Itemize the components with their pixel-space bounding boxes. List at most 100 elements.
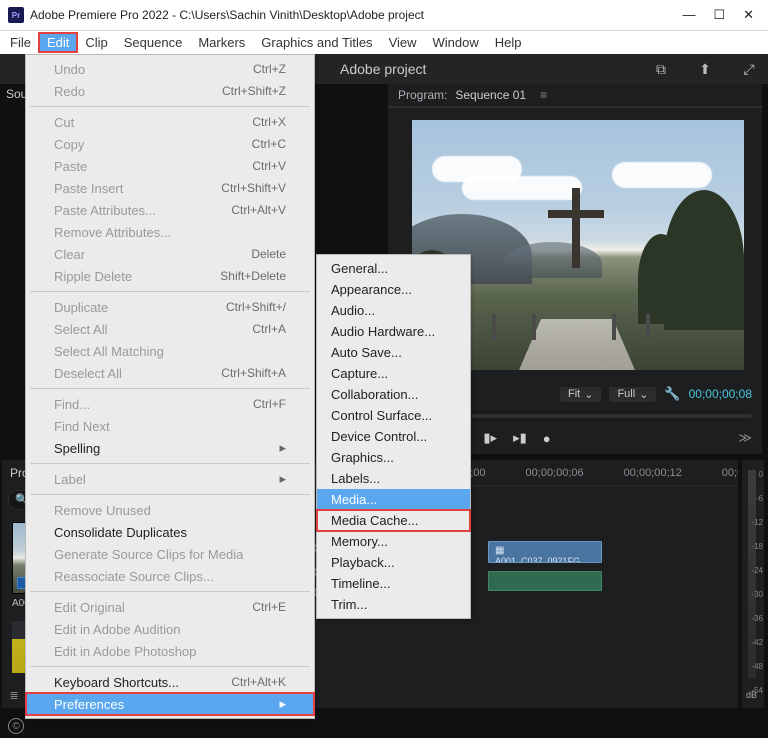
minimize-button[interactable]: — (682, 7, 695, 23)
pref-device-control[interactable]: Device Control... (317, 426, 470, 447)
menu-edit-original[interactable]: Edit OriginalCtrl+E (26, 596, 314, 618)
mark-out-icon[interactable]: ▸▮ (513, 430, 527, 446)
meter-tick: -18 (751, 542, 763, 551)
menu-keyboard-shortcuts[interactable]: Keyboard Shortcuts...Ctrl+Alt+K (26, 671, 314, 693)
menu-preferences[interactable]: Preferences▸ (26, 693, 314, 715)
menu-edit[interactable]: Edit (39, 33, 77, 52)
menu-edit-photoshop[interactable]: Edit in Adobe Photoshop (26, 640, 314, 662)
submenu-arrow-icon: ▸ (279, 696, 286, 712)
db-label: dB (746, 690, 757, 700)
more-transport-icon[interactable]: ≫ (738, 430, 752, 446)
submenu-arrow-icon: ▸ (279, 471, 286, 487)
fullscreen-icon[interactable]: ⤢ (740, 61, 758, 78)
menu-markers[interactable]: Markers (190, 33, 253, 52)
app-icon: Pr (8, 7, 24, 23)
program-label: Program: (398, 88, 447, 102)
menu-find[interactable]: Find...Ctrl+F (26, 393, 314, 415)
meter-tick: -6 (756, 494, 763, 503)
menu-label[interactable]: Label▸ (26, 468, 314, 490)
meter-tick: -12 (751, 518, 763, 527)
program-header: Program: Sequence 01 ≡ (388, 84, 762, 108)
fx-icon: ▦ (495, 545, 504, 556)
menu-find-next[interactable]: Find Next (26, 415, 314, 437)
menu-help[interactable]: Help (487, 33, 530, 52)
menu-cut[interactable]: CutCtrl+X (26, 111, 314, 133)
window-title: Adobe Premiere Pro 2022 - C:\Users\Sachi… (30, 8, 682, 22)
menu-clear[interactable]: ClearDelete (26, 243, 314, 265)
meter-tick: -36 (751, 614, 763, 623)
menu-edit-audition[interactable]: Edit in Adobe Audition (26, 618, 314, 640)
menu-select-all[interactable]: Select AllCtrl+A (26, 318, 314, 340)
menu-generate-source-clips[interactable]: Generate Source Clips for Media (26, 543, 314, 565)
menu-paste-attributes[interactable]: Paste Attributes...Ctrl+Alt+V (26, 199, 314, 221)
meter-tick: -24 (751, 566, 763, 575)
pref-labels[interactable]: Labels... (317, 468, 470, 489)
pref-auto-save[interactable]: Auto Save... (317, 342, 470, 363)
new-item-icon[interactable]: ⧉ (652, 61, 670, 78)
creative-cloud-icon[interactable]: © (8, 718, 24, 734)
meter-tick: 0 (759, 470, 763, 479)
menu-undo[interactable]: UndoCtrl+Z (26, 58, 314, 80)
meter-tick: -48 (751, 662, 763, 671)
duration-timecode: 00;00;00;08 (689, 387, 752, 401)
pref-appearance[interactable]: Appearance... (317, 279, 470, 300)
pref-trim[interactable]: Trim... (317, 594, 470, 615)
resolution-dropdown[interactable]: Full⌄ (609, 387, 656, 402)
menu-copy[interactable]: CopyCtrl+C (26, 133, 314, 155)
window-titlebar: Pr Adobe Premiere Pro 2022 - C:\Users\Sa… (0, 0, 768, 30)
export-icon[interactable]: ⬆ (696, 61, 714, 78)
submenu-arrow-icon: ▸ (279, 440, 286, 456)
timeline-ruler[interactable]: 00;00;00;03 00;00 00;00;00;06 00;00;00;1… (448, 460, 738, 486)
ruler-tick: 00;00;0 (722, 467, 738, 479)
ruler-tick: 00;00;00;06 (526, 467, 584, 479)
menu-bar: File Edit Clip Sequence Markers Graphics… (0, 30, 768, 54)
pref-control-surface[interactable]: Control Surface... (317, 405, 470, 426)
meter-tick: -30 (751, 590, 763, 599)
menu-file[interactable]: File (2, 33, 39, 52)
maximize-button[interactable]: ☐ (713, 7, 725, 23)
audio-meter: 0 -6 -12 -18 -24 -30 -36 -42 -48 -54 dB (742, 460, 764, 708)
pref-collaboration[interactable]: Collaboration... (317, 384, 470, 405)
menu-duplicate[interactable]: DuplicateCtrl+Shift+/ (26, 296, 314, 318)
menu-graphics[interactable]: Graphics and Titles (253, 33, 380, 52)
pref-capture[interactable]: Capture... (317, 363, 470, 384)
program-sequence-name[interactable]: Sequence 01 (455, 88, 526, 102)
timeline-video-clip[interactable]: ▦ A001_C037_0921FG (488, 541, 602, 563)
pref-audio-hardware[interactable]: Audio Hardware... (317, 321, 470, 342)
menu-window[interactable]: Window (425, 33, 487, 52)
record-icon[interactable]: ● (543, 431, 551, 446)
close-button[interactable]: ✕ (743, 7, 754, 23)
menu-reassociate-source-clips[interactable]: Reassociate Source Clips... (26, 565, 314, 587)
menu-consolidate-duplicates[interactable]: Consolidate Duplicates (26, 521, 314, 543)
menu-paste-insert[interactable]: Paste InsertCtrl+Shift+V (26, 177, 314, 199)
zoom-fit-dropdown[interactable]: Fit⌄ (560, 387, 601, 402)
ruler-tick: 00;00;00;12 (624, 467, 682, 479)
panel-menu-icon[interactable]: ≡ (540, 88, 547, 102)
edit-menu-dropdown: UndoCtrl+Z RedoCtrl+Shift+Z CutCtrl+X Co… (25, 54, 315, 719)
menu-spelling[interactable]: Spelling▸ (26, 437, 314, 459)
pref-audio[interactable]: Audio... (317, 300, 470, 321)
clip-label: A001_C037_0921FG (495, 556, 580, 563)
pref-media-cache[interactable]: Media Cache... (317, 510, 470, 531)
step-fwd-icon[interactable]: ▮▸ (483, 430, 497, 446)
pref-playback[interactable]: Playback... (317, 552, 470, 573)
menu-remove-attributes[interactable]: Remove Attributes... (26, 221, 314, 243)
menu-paste[interactable]: PasteCtrl+V (26, 155, 314, 177)
menu-view[interactable]: View (381, 33, 425, 52)
pref-media[interactable]: Media... (317, 489, 470, 510)
menu-sequence[interactable]: Sequence (116, 33, 191, 52)
pref-timeline[interactable]: Timeline... (317, 573, 470, 594)
menu-remove-unused[interactable]: Remove Unused (26, 499, 314, 521)
menu-clip[interactable]: Clip (77, 33, 115, 52)
menu-ripple-delete[interactable]: Ripple DeleteShift+Delete (26, 265, 314, 287)
settings-wrench-icon[interactable]: 🔧 (664, 386, 680, 402)
menu-redo[interactable]: RedoCtrl+Shift+Z (26, 80, 314, 102)
timeline-audio-clip[interactable] (488, 571, 602, 591)
pref-graphics[interactable]: Graphics... (317, 447, 470, 468)
menu-select-all-matching[interactable]: Select All Matching (26, 340, 314, 362)
pref-general[interactable]: General... (317, 258, 470, 279)
menu-deselect-all[interactable]: Deselect AllCtrl+Shift+A (26, 362, 314, 384)
list-view-icon[interactable]: ≣ (6, 688, 22, 702)
workspace-name[interactable]: Adobe project (340, 61, 426, 77)
pref-memory[interactable]: Memory... (317, 531, 470, 552)
